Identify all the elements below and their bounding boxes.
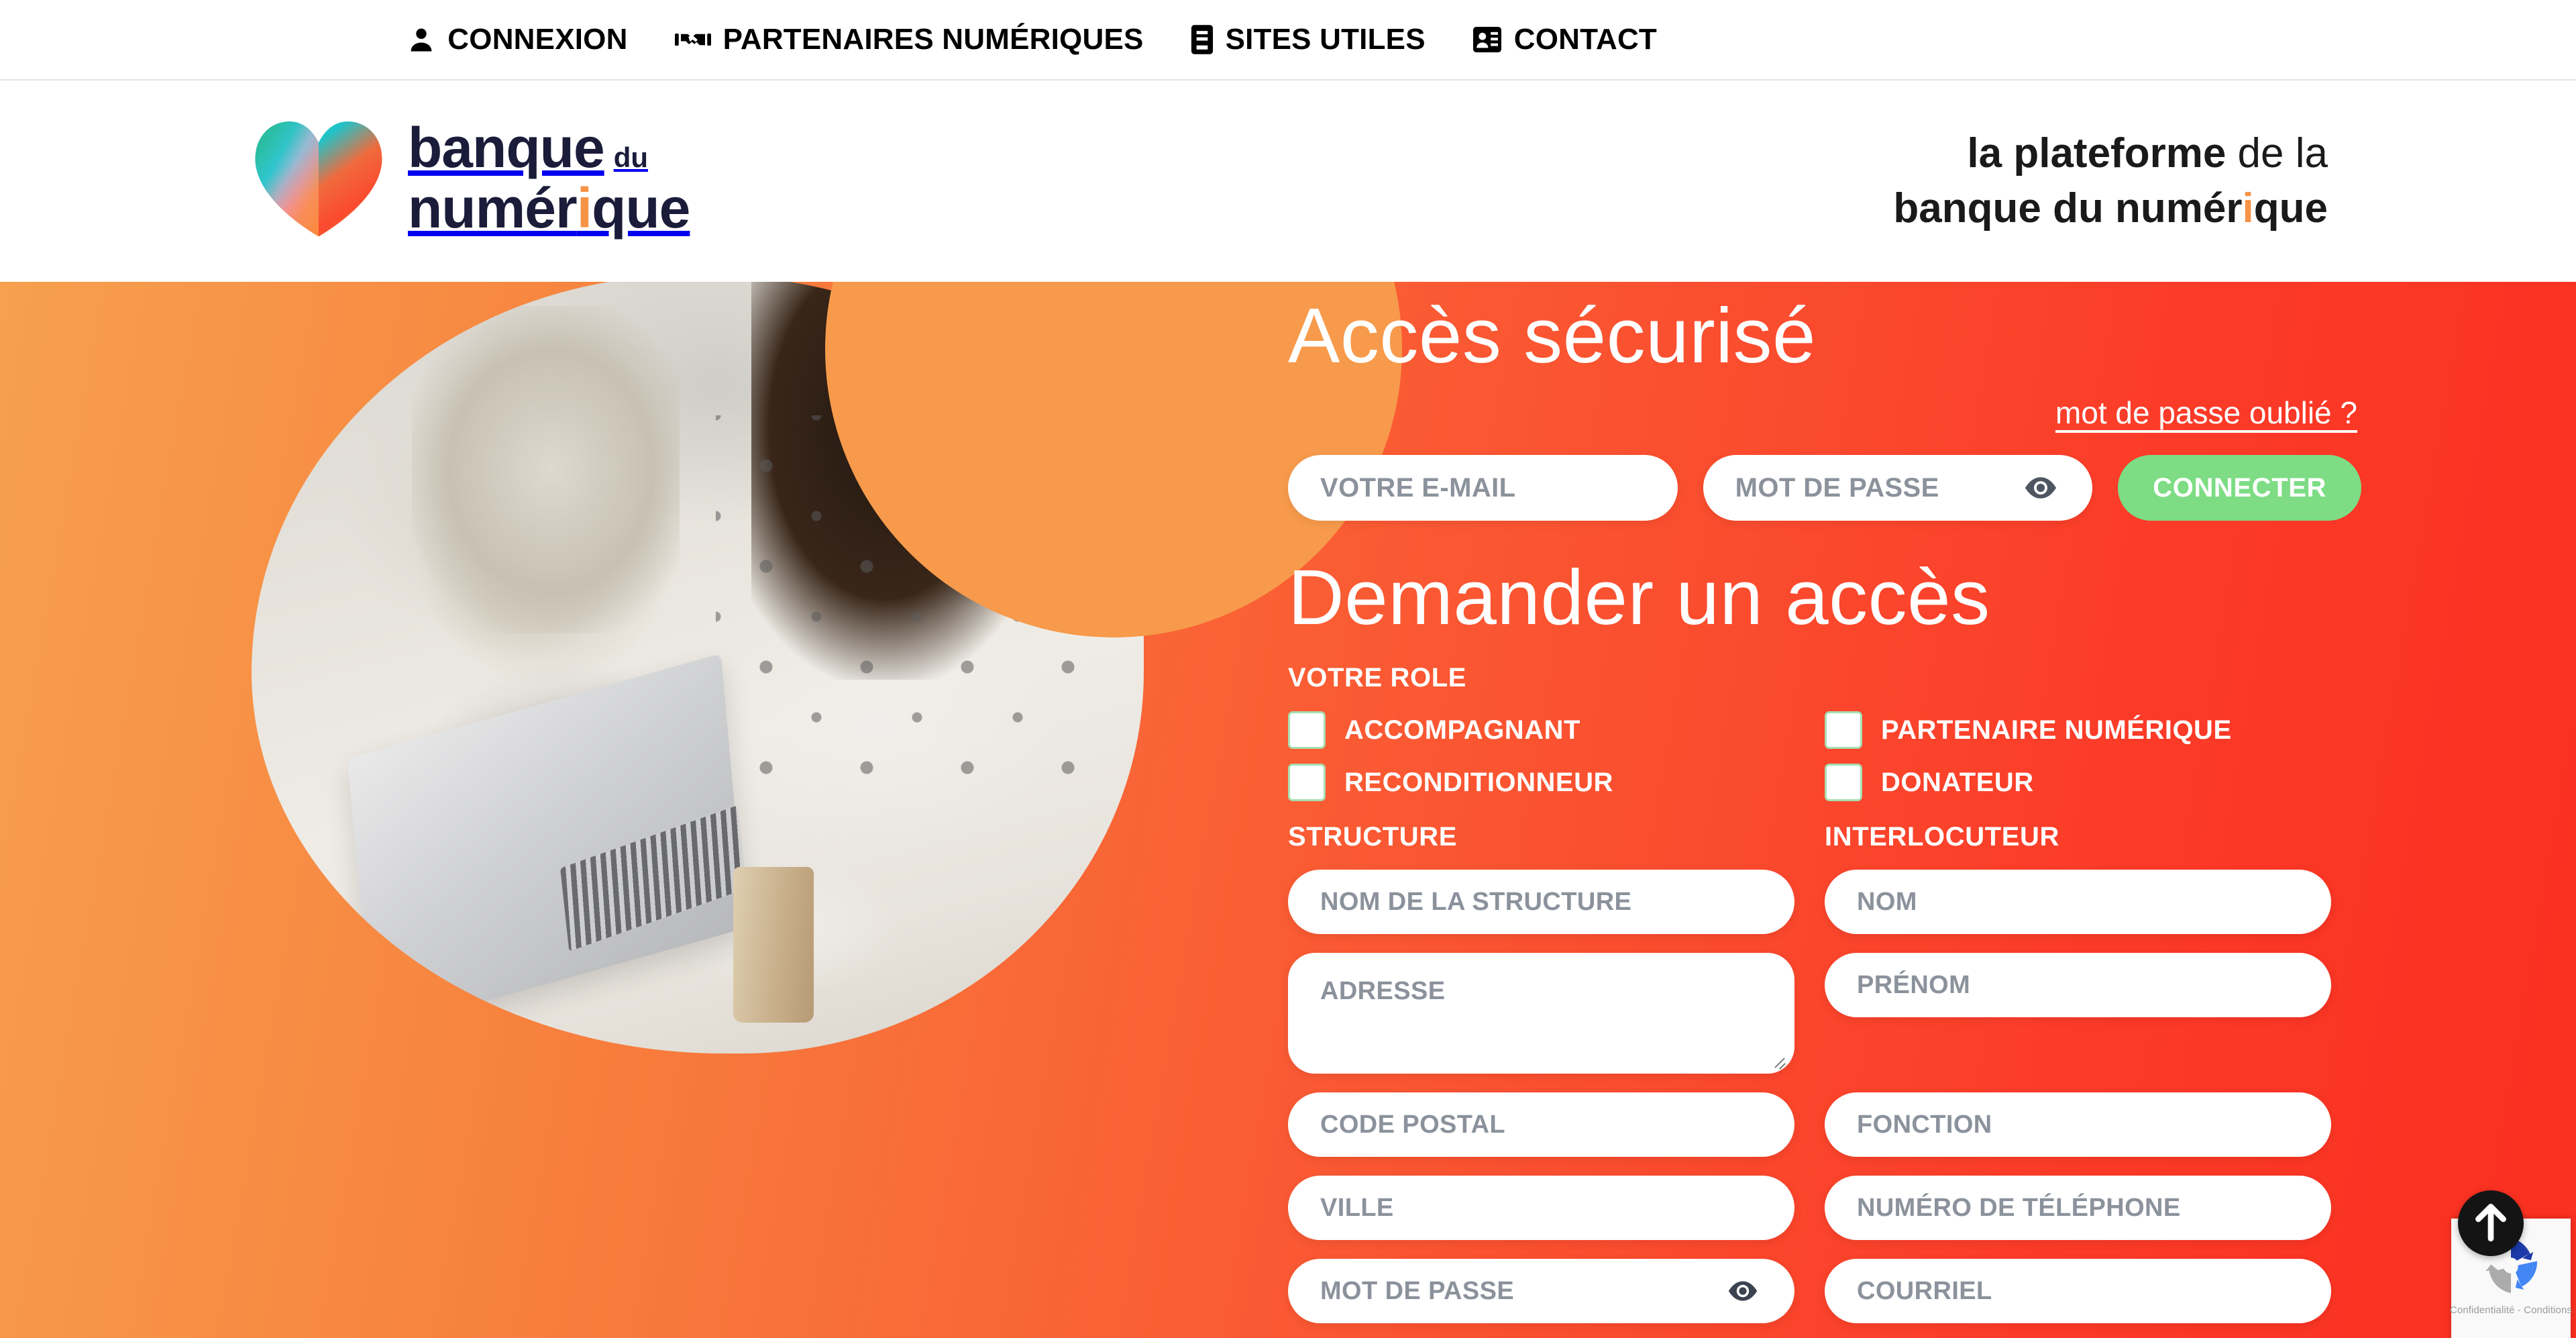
email-field[interactable]: VOTRE E-MAIL: [1288, 455, 1678, 521]
recaptcha-legal-text[interactable]: Confidentialité - Conditions: [2450, 1304, 2572, 1316]
logo-word-banque: banque: [408, 116, 605, 179]
logo-word-numerique: numérique: [408, 176, 690, 240]
structure-label: STRUCTURE: [1288, 822, 1458, 852]
topnav-item-connexion[interactable]: CONNEXION: [407, 23, 627, 56]
login-form: VOTRE E-MAIL MOT DE PASSE CONNECTER: [1288, 455, 2361, 521]
email-placeholder: VOTRE E-MAIL: [1320, 472, 1516, 503]
textarea-resize-handle[interactable]: [1770, 1051, 1788, 1068]
header-tagline: la plateforme de la banque du numérique: [1893, 126, 2328, 236]
logo-wordmark: banque du numérique: [408, 119, 690, 236]
form-cell: COURRIEL: [1825, 1259, 2331, 1323]
page-title-demander-un-acces: Demander un accès: [1288, 554, 1990, 641]
form-cell: ADRESSE: [1288, 953, 1794, 1074]
eye-icon[interactable]: [2024, 471, 2057, 505]
heart-gradient-logo: [248, 114, 389, 242]
field-placeholder: NOM DE LA STRUCTURE: [1320, 887, 1632, 916]
numero-de-telephone-field[interactable]: NUMÉRO DE TÉLÉPHONE: [1825, 1176, 2331, 1240]
logo-word-du: du: [613, 142, 648, 173]
user-icon: [407, 24, 435, 55]
topnav-label: CONTACT: [1513, 23, 1657, 56]
form-cell: NOM: [1825, 870, 2331, 934]
connect-button[interactable]: CONNECTER: [2118, 455, 2361, 521]
arrow-up-icon: [2471, 1201, 2510, 1246]
topnav-item-partenaires-numeriques[interactable]: PARTENAIRES NUMÉRIQUES: [674, 23, 1144, 56]
field-placeholder: ADRESSE: [1320, 977, 1446, 1005]
ville-field[interactable]: VILLE: [1288, 1176, 1794, 1240]
code-postal-field[interactable]: CODE POSTAL: [1288, 1092, 1794, 1157]
form-cell: CODE POSTAL: [1288, 1092, 1794, 1157]
checkbox-donateur[interactable]: [1825, 764, 1862, 801]
role-label: PARTENAIRE NUMÉRIQUE: [1881, 715, 2232, 745]
role-checkbox-group: ACCOMPAGNANT PARTENAIRE NUMÉRIQUE RECOND…: [1288, 704, 2361, 809]
courriel-field[interactable]: COURRIEL: [1825, 1259, 2331, 1323]
tagline-line-1: la plateforme de la: [1967, 130, 2328, 176]
scroll-to-top-button[interactable]: [2458, 1190, 2524, 1256]
field-placeholder: VILLE: [1320, 1193, 1394, 1222]
password-placeholder: MOT DE PASSE: [1735, 472, 1939, 503]
topnav-label: SITES UTILES: [1225, 23, 1426, 56]
topnav-item-contact[interactable]: CONTACT: [1472, 23, 1657, 56]
eye-icon[interactable]: [1726, 1274, 1760, 1308]
topnav-label: CONNEXION: [447, 23, 628, 56]
checkbox-accompagnant[interactable]: [1288, 711, 1326, 749]
photo-detail: [733, 866, 814, 1023]
top-utility-nav: CONNEXION PARTENAIRES NUMÉRIQUES SITES U…: [0, 0, 2576, 81]
form-cell: MOT DE PASSE: [1288, 1259, 1794, 1323]
site-logo[interactable]: banque du numérique: [248, 114, 690, 242]
role-option-accompagnant[interactable]: ACCOMPAGNANT: [1288, 704, 1825, 756]
field-placeholder: COURRIEL: [1857, 1276, 1992, 1305]
role-label: ACCOMPAGNANT: [1344, 715, 1580, 745]
photo-detail: [412, 306, 680, 633]
handshake-icon: [674, 24, 711, 55]
field-placeholder: NOM: [1857, 887, 1917, 916]
page-title-acces-securise: Accès sécurisé: [1288, 292, 1817, 379]
form-cell: VILLE: [1288, 1176, 1794, 1240]
forgot-password-row: mot de passe oublié ?: [1288, 395, 2361, 431]
tagline-line-2: banque du numérique: [1893, 185, 2328, 231]
field-placeholder: CODE POSTAL: [1320, 1110, 1506, 1139]
nom-de-la-structure-field[interactable]: NOM DE LA STRUCTURE: [1288, 870, 1794, 934]
role-label: RECONDITIONNEUR: [1344, 767, 1613, 797]
mot-de-passe-field[interactable]: MOT DE PASSE: [1288, 1259, 1794, 1323]
form-cell: NUMÉRO DE TÉLÉPHONE: [1825, 1176, 2331, 1240]
role-label: DONATEUR: [1881, 767, 2034, 797]
access-panel: Accès sécurisé mot de passe oublié ? VOT…: [1288, 282, 2361, 1338]
forgot-password-link[interactable]: mot de passe oublié ?: [2055, 395, 2357, 431]
password-field[interactable]: MOT DE PASSE: [1703, 455, 2093, 521]
field-placeholder: NUMÉRO DE TÉLÉPHONE: [1857, 1193, 2181, 1222]
topnav-label: PARTENAIRES NUMÉRIQUES: [722, 23, 1144, 56]
book-icon: [1191, 24, 1214, 55]
site-header: banque du numérique la plateforme de la …: [0, 81, 2576, 282]
interlocuteur-label: INTERLOCUTEUR: [1825, 822, 2060, 852]
form-cell: NOM DE LA STRUCTURE: [1288, 870, 1794, 934]
adresse-textarea[interactable]: ADRESSE: [1288, 953, 1794, 1074]
form-cell: FONCTION: [1825, 1092, 2331, 1157]
form-column-headers: STRUCTURE INTERLOCUTEUR: [1288, 822, 2361, 852]
role-option-partenaire-numerique[interactable]: PARTENAIRE NUMÉRIQUE: [1825, 704, 2361, 756]
checkbox-reconditionneur[interactable]: [1288, 764, 1326, 801]
field-placeholder: PRÉNOM: [1857, 970, 1971, 999]
prenom-field[interactable]: PRÉNOM: [1825, 953, 2331, 1017]
hero-section: Accès sécurisé mot de passe oublié ? VOT…: [0, 282, 2576, 1338]
votre-role-label: VOTRE ROLE: [1288, 663, 1467, 692]
role-option-reconditionneur[interactable]: RECONDITIONNEUR: [1288, 756, 1825, 809]
fonction-field[interactable]: FONCTION: [1825, 1092, 2331, 1157]
role-option-donateur[interactable]: DONATEUR: [1825, 756, 2361, 809]
nom-field[interactable]: NOM: [1825, 870, 2331, 934]
form-cell: PRÉNOM: [1825, 953, 2331, 1074]
access-request-form: NOM DE LA STRUCTURE NOM ADRESSE PRÉNOM C…: [1288, 870, 2361, 1338]
contact-card-icon: [1472, 25, 1502, 54]
field-placeholder: MOT DE PASSE: [1320, 1276, 1515, 1305]
checkbox-partenaire-numerique[interactable]: [1825, 711, 1862, 749]
field-placeholder: FONCTION: [1857, 1110, 1992, 1139]
topnav-item-sites-utiles[interactable]: SITES UTILES: [1191, 23, 1426, 56]
